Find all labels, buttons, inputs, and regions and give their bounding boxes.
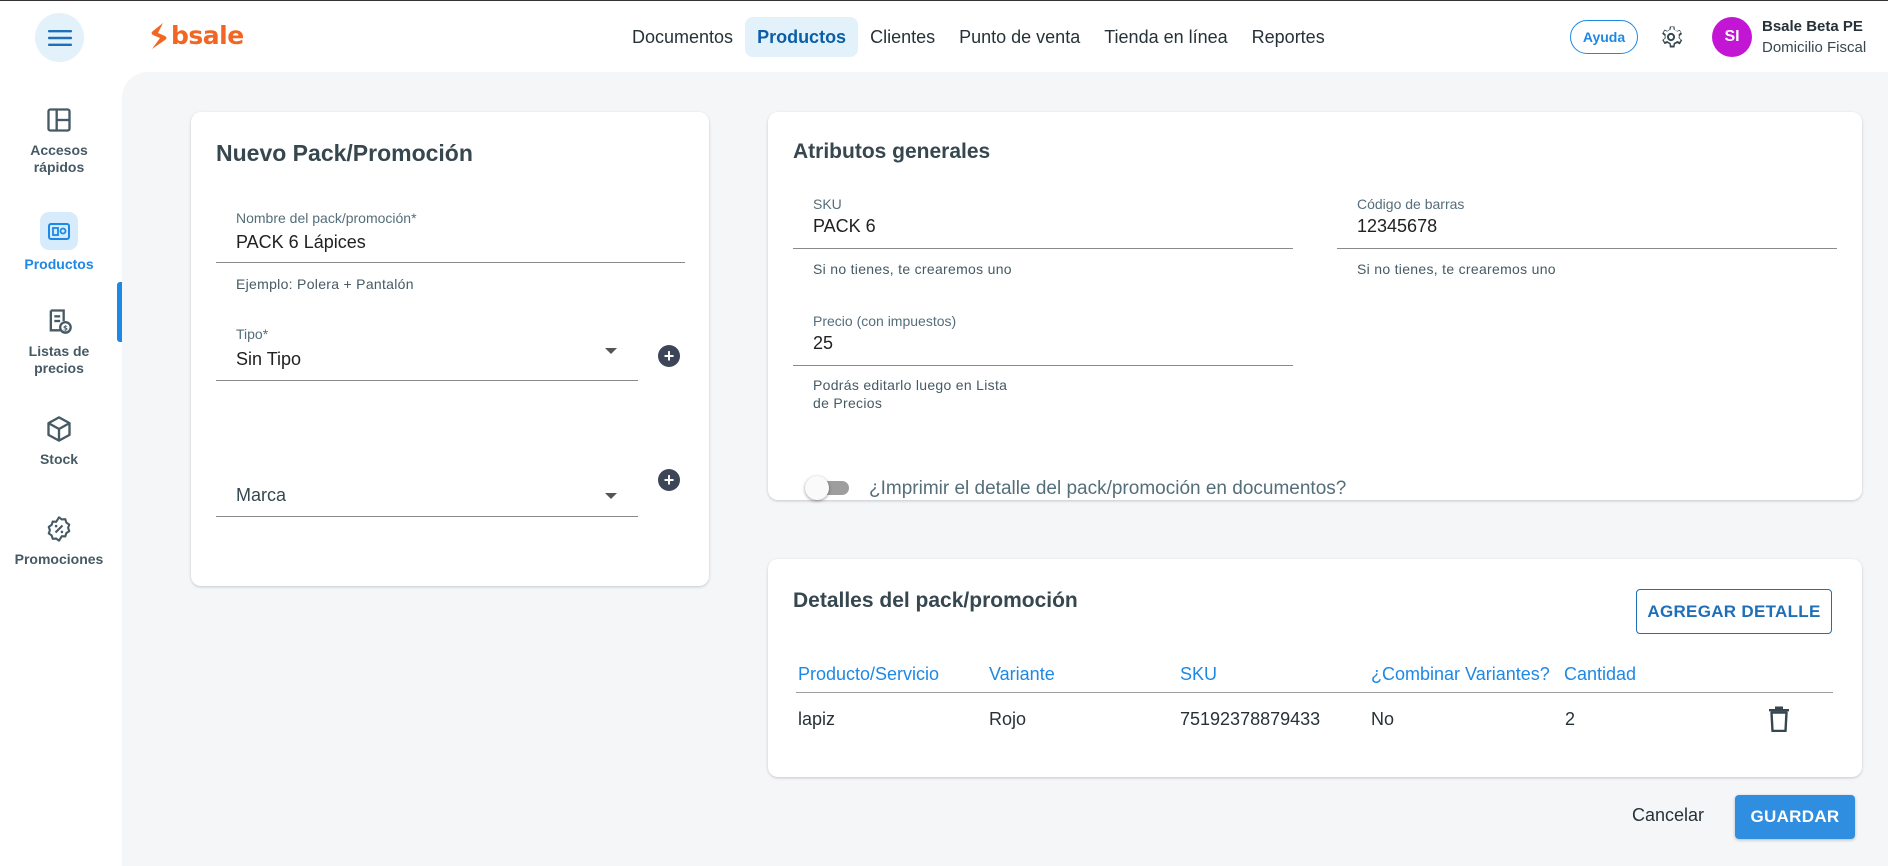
toggle-knob [805, 476, 829, 500]
barcode-value[interactable]: 12345678 [1357, 216, 1437, 237]
bsale-logo-icon [151, 22, 167, 49]
cancel-button[interactable]: Cancelar [1632, 805, 1704, 826]
sidebar: Accesos rápidos Productos $ Listas de pr… [0, 72, 122, 866]
sidebar-item-label: Accesos [30, 142, 88, 158]
gear-icon[interactable] [1657, 23, 1685, 51]
cell-product: lapiz [798, 709, 836, 729]
nav-punto-de-venta[interactable]: Punto de venta [947, 17, 1092, 57]
cell-combine: No [1371, 709, 1395, 729]
discount-icon [47, 516, 71, 542]
sidebar-item-label: Productos [24, 256, 94, 272]
add-type-button[interactable]: + [658, 345, 680, 367]
column-header-product: Producto/Servicio [798, 664, 940, 684]
pack-name-hint: Ejemplo: Polera + Pantalón [236, 276, 414, 292]
hamburger-menu-button[interactable] [35, 13, 84, 62]
brand-select[interactable]: Marca [216, 452, 638, 517]
sku-label: SKU [813, 196, 842, 212]
save-button[interactable]: GUARDAR [1735, 795, 1855, 839]
nav-productos[interactable]: Productos [745, 17, 859, 57]
table-header-divider [796, 692, 1833, 693]
add-detail-button[interactable]: AGREGAR DETALLE [1636, 589, 1832, 634]
avatar[interactable]: SI [1712, 17, 1752, 57]
sidebar-item-stock[interactable]: Stock [0, 415, 118, 468]
price-list-icon: $ [49, 309, 72, 334]
brand-placeholder: Marca [236, 485, 287, 505]
column-header-combine-variants: ¿Combinar Variantes? [1371, 664, 1550, 684]
chevron-down-icon [605, 348, 617, 354]
details-title: Detalles del pack/promoción [793, 589, 1078, 612]
type-select[interactable]: Tipo* Sin Tipo [216, 312, 638, 381]
sidebar-item-label: Stock [39, 451, 79, 467]
products-icon [48, 223, 70, 240]
type-label: Tipo* [236, 326, 269, 342]
barcode-field[interactable]: Código de barras 12345678 [1337, 188, 1837, 249]
barcode-hint: Si no tienes, te crearemos uno [1357, 261, 1556, 277]
type-value: Sin Tipo [236, 349, 302, 369]
sidebar-item-label-line2: precios [34, 360, 84, 376]
price-hint-line2: de Precios [813, 395, 883, 411]
sidebar-item-promociones[interactable]: Promociones [0, 515, 118, 568]
top-bar: bsale Documentos Productos Clientes Punt… [0, 0, 1888, 72]
trash-icon[interactable] [1768, 706, 1790, 732]
sidebar-item-productos[interactable]: Productos [0, 212, 118, 273]
pack-name-value[interactable]: PACK 6 Lápices [236, 232, 366, 253]
nav-documentos[interactable]: Documentos [620, 17, 745, 57]
plus-icon: + [663, 470, 675, 490]
attributes-title: Atributos generales [793, 140, 991, 163]
sku-value[interactable]: PACK 6 [813, 216, 876, 237]
print-detail-label: ¿Imprimir el detalle del pack/promoción … [869, 478, 1347, 499]
details-card: Detalles del pack/promoción AGREGAR DETA… [768, 559, 1862, 777]
column-header-variant: Variante [989, 664, 1055, 684]
print-detail-toggle[interactable] [805, 476, 849, 500]
sidebar-item-listas-de-precios[interactable]: $ Listas de precios [0, 307, 118, 377]
sidebar-item-accesos-rapidos[interactable]: Accesos rápidos [0, 106, 118, 176]
nav-clientes[interactable]: Clientes [858, 17, 947, 57]
sidebar-item-label: Promociones [14, 551, 104, 567]
help-button[interactable]: Ayuda [1570, 20, 1638, 54]
pack-info-card: Nuevo Pack/Promoción Nombre del pack/pro… [191, 112, 709, 586]
plus-icon: + [663, 346, 675, 366]
price-value[interactable]: 25 [813, 333, 833, 354]
column-header-quantity: Cantidad [1564, 664, 1637, 684]
menu-icon [47, 29, 72, 46]
sidebar-item-label: Listas de [28, 343, 90, 359]
products-icon-wrapper [40, 212, 78, 250]
nav-reportes[interactable]: Reportes [1240, 17, 1337, 57]
column-header-sku: SKU [1180, 664, 1218, 684]
price-label: Precio (con impuestos) [813, 313, 957, 329]
nav-tienda-en-linea[interactable]: Tienda en línea [1092, 17, 1239, 57]
sku-field[interactable]: SKU PACK 6 [793, 188, 1293, 249]
user-name: Bsale Beta PE [1762, 18, 1863, 35]
brand-logo[interactable]: bsale [150, 21, 244, 50]
cell-sku: 75192378879433 [1180, 709, 1321, 729]
sidebar-item-label-line2: rápidos [33, 159, 85, 175]
price-hint: Podrás editarlo luego en Lista de Precio… [813, 376, 1007, 412]
box-icon [47, 416, 71, 442]
attributes-card: Atributos generales SKU PACK 6 Si no tie… [768, 112, 1862, 500]
price-hint-line1: Podrás editarlo luego en Lista [813, 377, 1008, 393]
pack-name-label: Nombre del pack/promoción* [236, 210, 417, 226]
svg-text:$: $ [63, 324, 68, 332]
add-brand-button[interactable]: + [658, 469, 680, 491]
user-branch: Domicilio Fiscal [1762, 39, 1867, 56]
cell-variant: Rojo [989, 709, 1027, 729]
sku-hint: Si no tienes, te crearemos uno [813, 261, 1012, 277]
layout-icon [47, 108, 71, 132]
chevron-down-icon [605, 493, 617, 499]
main-content: Nuevo Pack/Promoción Nombre del pack/pro… [122, 72, 1888, 866]
barcode-label: Código de barras [1357, 196, 1465, 212]
pack-name-field[interactable]: Nombre del pack/promoción* PACK 6 Lápice… [216, 202, 685, 263]
cell-quantity: 2 [1565, 709, 1576, 729]
main-navigation: Documentos Productos Clientes Punto de v… [620, 17, 1337, 57]
price-field[interactable]: Precio (con impuestos) 25 [793, 305, 1293, 366]
brand-name: bsale [171, 21, 244, 50]
page-title: Nuevo Pack/Promoción [216, 140, 473, 166]
